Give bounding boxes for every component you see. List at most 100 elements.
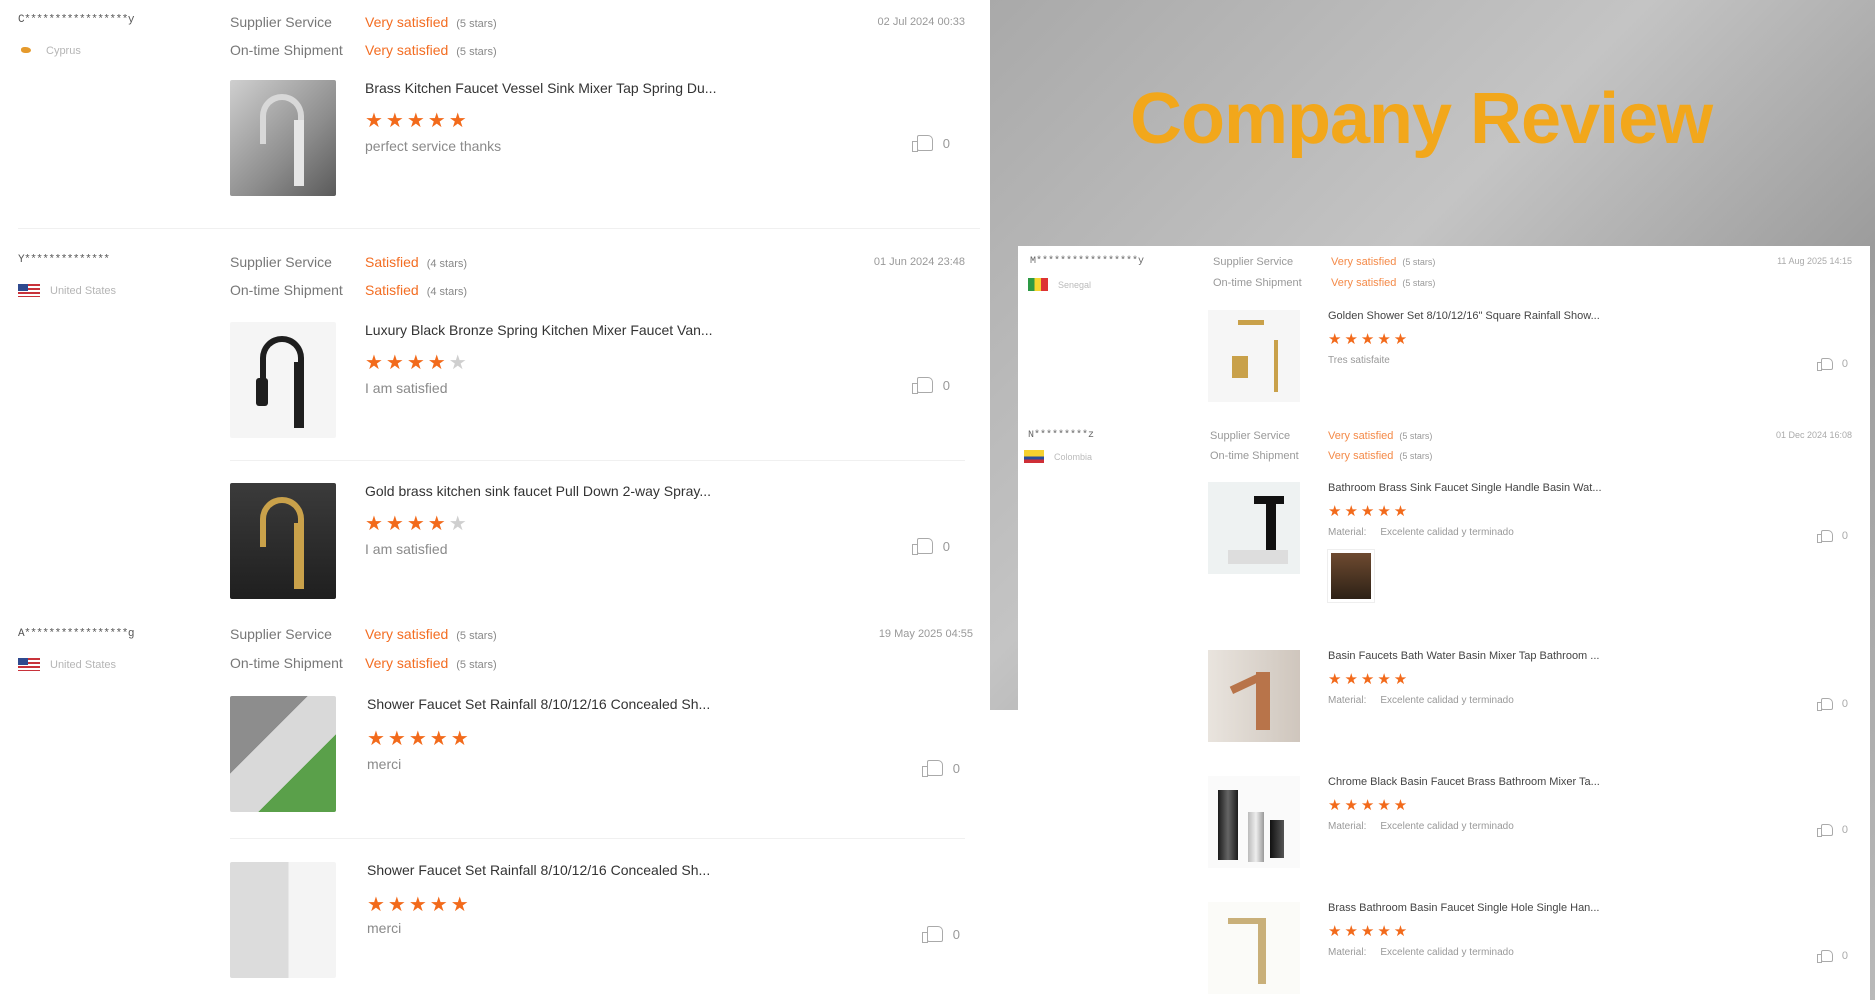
thumbs-up-icon <box>911 377 933 394</box>
product-title[interactable]: Shower Faucet Set Rainfall 8/10/12/16 Co… <box>367 862 710 878</box>
colombia-flag-icon <box>1024 450 1044 463</box>
product-title[interactable]: Brass Bathroom Basin Faucet Single Hole … <box>1328 902 1599 914</box>
product-rating-stars: ★★★★★ <box>1328 922 1410 940</box>
review-comment: Material: Excelente calidad y terminado <box>1328 695 1514 706</box>
rating-value: Very satisfied <box>1328 450 1394 462</box>
product-rating-stars: ★★★★★ <box>1328 330 1410 348</box>
shower-image-shape <box>1232 356 1248 378</box>
reviewed-product: Luxury Black Bronze Spring Kitchen Mixer… <box>230 322 950 442</box>
buyer-country: Colombia <box>1024 450 1092 463</box>
rating-value: Very satisfied <box>365 14 449 30</box>
product-title[interactable]: Golden Shower Set 8/10/12/16" Square Rai… <box>1328 310 1600 322</box>
review-comment: Tres satisfaite <box>1328 355 1390 366</box>
faucet-image-shape <box>294 362 304 428</box>
review-comment: merci <box>367 920 402 936</box>
rating-stars-count: (5 stars) <box>456 659 497 671</box>
country-label: United States <box>50 284 117 297</box>
review-comment: I am satisfied <box>365 541 448 557</box>
product-image[interactable] <box>230 696 336 812</box>
product-title[interactable]: Gold brass kitchen sink faucet Pull Down… <box>365 483 711 499</box>
like-button[interactable]: 0 <box>1816 530 1848 543</box>
rating-label: On-time Shipment <box>230 282 343 298</box>
rating-label: Supplier Service <box>1213 256 1294 268</box>
country-label: Senegal <box>1058 279 1092 290</box>
product-image[interactable] <box>1208 776 1300 868</box>
rating-value: Very satisfied <box>365 655 449 671</box>
star-icon: ★★★★★ <box>367 894 472 916</box>
thumbs-up-icon <box>921 760 943 777</box>
product-title[interactable]: Chrome Black Basin Faucet Brass Bathroom… <box>1328 776 1600 788</box>
faucet-image-shape <box>256 378 268 406</box>
buyer-country: Cyprus <box>18 44 81 57</box>
review-comment: Material: Excelente calidad y terminado <box>1328 821 1514 832</box>
divider <box>230 838 965 839</box>
rating-label: On-time Shipment <box>1210 450 1299 462</box>
supplier-service-rating: Supplier Service Very satisfied (5 stars… <box>230 626 497 642</box>
star-icon: ★★★★★ <box>365 110 470 132</box>
product-image[interactable] <box>230 483 336 599</box>
like-count: 0 <box>1841 530 1848 542</box>
material-comment: Excelente calidad y terminado <box>1380 695 1514 706</box>
like-button[interactable]: 0 <box>921 926 960 943</box>
rating-value: Very satisfied <box>1331 277 1397 289</box>
product-image[interactable] <box>1208 902 1300 994</box>
rating-stars-count: (5 stars) <box>1402 278 1436 288</box>
product-rating-stars: ★★★★★ <box>367 892 472 917</box>
rating-label: On-time Shipment <box>230 655 343 671</box>
thumbs-up-icon <box>1816 358 1833 371</box>
product-rating-stars: ★★★★★ <box>365 511 470 536</box>
review-card: N*********z Colombia Supplier Service Ve… <box>1018 422 1870 1000</box>
product-image[interactable] <box>230 862 336 978</box>
like-count: 0 <box>942 377 950 393</box>
material-comment: Excelente calidad y terminado <box>1380 821 1514 832</box>
rating-value: Very satisfied <box>365 626 449 642</box>
like-button[interactable]: 0 <box>1816 698 1848 711</box>
rating-value: Satisfied <box>365 254 419 270</box>
star-icon: ★★★★★ <box>367 728 472 750</box>
review-photo[interactable] <box>1328 550 1374 602</box>
rating-label: On-time Shipment <box>230 42 343 58</box>
product-title[interactable]: Bathroom Brass Sink Faucet Single Handle… <box>1328 482 1602 494</box>
product-title[interactable]: Basin Faucets Bath Water Basin Mixer Tap… <box>1328 650 1599 662</box>
like-count: 0 <box>942 135 950 151</box>
faucet-image-shape <box>1270 820 1284 858</box>
faucet-image-shape <box>294 120 304 186</box>
like-count: 0 <box>952 760 960 776</box>
product-image[interactable] <box>1208 482 1300 574</box>
product-image[interactable] <box>230 80 336 196</box>
like-count: 0 <box>952 926 960 942</box>
product-title[interactable]: Shower Faucet Set Rainfall 8/10/12/16 Co… <box>367 696 710 712</box>
star-empty-icon: ★ <box>448 513 470 535</box>
reviewed-product: Shower Faucet Set Rainfall 8/10/12/16 Co… <box>230 862 960 982</box>
product-image[interactable] <box>230 322 336 438</box>
review-comment: I am satisfied <box>365 380 448 396</box>
rating-stars-count: (5 stars) <box>1399 431 1433 441</box>
cyprus-flag-icon <box>18 44 36 57</box>
material-label: Material: <box>1328 695 1367 706</box>
reviewed-product: Brass Bathroom Basin Faucet Single Hole … <box>1208 902 1848 1000</box>
product-rating-stars: ★★★★★ <box>365 350 470 375</box>
faucet-image-shape <box>1228 550 1288 564</box>
like-button[interactable]: 0 <box>1816 358 1848 371</box>
like-button[interactable]: 0 <box>921 760 960 777</box>
thumbs-up-icon <box>1816 530 1833 543</box>
like-count: 0 <box>1841 950 1848 962</box>
product-title[interactable]: Brass Kitchen Faucet Vessel Sink Mixer T… <box>365 80 716 96</box>
product-image[interactable] <box>1208 310 1300 402</box>
buyer-name: Y************** <box>18 254 110 266</box>
rating-stars-count: (5 stars) <box>1399 451 1433 461</box>
like-button[interactable]: 0 <box>911 538 950 555</box>
like-button[interactable]: 0 <box>1816 950 1848 963</box>
like-button[interactable]: 0 <box>911 377 950 394</box>
like-button[interactable]: 0 <box>911 135 950 152</box>
product-image[interactable] <box>1208 650 1300 742</box>
review-comment: merci <box>367 756 402 772</box>
faucet-image-shape <box>1248 812 1264 862</box>
product-rating-stars: ★★★★★ <box>1328 670 1410 688</box>
product-title[interactable]: Luxury Black Bronze Spring Kitchen Mixer… <box>365 322 713 338</box>
star-icon: ★★★★★ <box>1328 797 1411 814</box>
rating-stars-count: (4 stars) <box>426 286 468 298</box>
supplier-service-rating: Supplier Service Satisfied (4 stars) <box>230 254 467 270</box>
like-button[interactable]: 0 <box>1816 824 1848 837</box>
rating-value: Satisfied <box>365 282 419 298</box>
